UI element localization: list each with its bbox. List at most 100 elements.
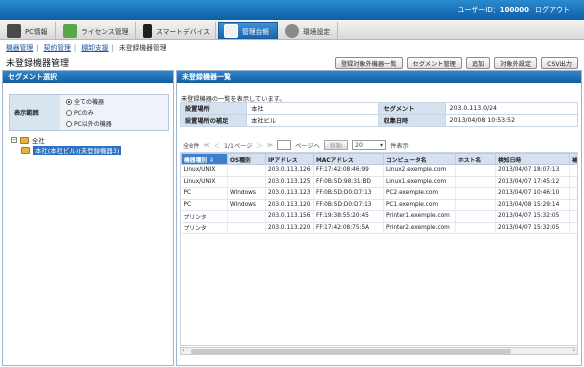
device-panel-title: 未登録機器一覧 <box>177 71 581 83</box>
breadcrumb-inventory[interactable]: 棚卸支援 <box>81 44 108 52</box>
user-id-value: 100000 <box>499 6 529 14</box>
cell: FF:17:42:08:46:99 <box>313 164 384 177</box>
per-page-select[interactable]: 20 ▾ <box>352 140 387 150</box>
prev-page-button[interactable]: ＜ <box>214 141 220 150</box>
radio-all-devices[interactable]: 全ての機器 <box>66 97 104 106</box>
collected-label: 収集日時 <box>378 114 446 127</box>
last-page-button[interactable]: ≫ <box>267 142 273 149</box>
tab-label: 管理台帳 <box>242 27 270 36</box>
tab-pc-info[interactable]: PC情報 <box>2 22 56 39</box>
cell: PC <box>181 187 228 200</box>
col-computer-name[interactable]: コンピュータ名 <box>383 153 456 165</box>
cell: FF:0B:5D:D0:D7:13 <box>313 199 384 211</box>
first-page-button[interactable]: ≪ <box>203 142 209 149</box>
csv-export-button[interactable]: CSV出力 <box>541 57 578 69</box>
license-icon <box>63 23 77 38</box>
breadcrumb: 機器管理 | 契約管理 | 棚卸支援 | 未登録機器管理 <box>6 44 167 52</box>
supplement-value: 本社ビル <box>246 114 380 127</box>
cell: 2013/04/07 15:32:05 <box>495 222 570 234</box>
segment-panel: セグメント選択 表示範囲 全ての機器 PCのみ PC以外の機器 − 全社 本社(… <box>2 70 174 366</box>
tab-label: 環境設定 <box>303 27 331 36</box>
segment-info-table: 設置場所 本社 セグメント 203.0.113.0/24 設置場所の補足 本社ビ… <box>179 102 579 127</box>
page-number-input[interactable] <box>277 140 292 150</box>
table-row[interactable]: PC Windows 203.0.113.120 FF:0B:5D:D0:D7:13 P… <box>181 199 577 211</box>
table-row[interactable]: Linux/UNIX 203.0.113.126 FF:17:42:08:46:99… <box>181 164 577 177</box>
collapse-icon[interactable]: − <box>11 137 17 143</box>
supplement-label: 設置場所の補足 <box>179 114 248 127</box>
cell <box>569 187 577 200</box>
table-row[interactable]: Linux/UNIX 203.0.113.125 FF:0B:5D:98:31:BD… <box>181 176 577 188</box>
scroll-left-icon[interactable]: ‹ <box>182 348 184 354</box>
table-row[interactable]: プリンタ 203.0.113.156 FF:19:38:55:20:45 Printe… <box>181 210 577 223</box>
cell <box>455 222 496 234</box>
cell: Linux1.exemple.com <box>383 176 456 188</box>
ledger-icon <box>224 23 238 38</box>
pc-icon <box>7 23 21 38</box>
cell <box>455 176 496 188</box>
radio-selected-icon <box>66 98 72 105</box>
sort-icon: ⇩ <box>209 157 215 164</box>
cell: Windows <box>227 199 266 211</box>
collected-value: 2013/04/08 10:53:52 <box>444 114 579 127</box>
table-row[interactable]: PC Windows 203.0.113.123 FF:0B:5D:D0:D7:13 P… <box>181 187 577 200</box>
cell <box>455 187 496 200</box>
segment-value: 203.0.113.0/24 <box>444 102 579 115</box>
col-supplement[interactable]: 補足 <box>569 153 577 165</box>
tab-smart-device[interactable]: スマートデバイス <box>138 22 216 39</box>
table-row[interactable]: プリンタ 203.0.113.220 FF:17:42:08:75:5A Printe… <box>181 222 577 234</box>
cell <box>569 199 577 211</box>
top-bar: ユーザーID：100000 ログアウト <box>0 0 584 20</box>
cell: 2013/04/07 15:32:05 <box>495 210 570 223</box>
scroll-thumb[interactable] <box>191 349 511 354</box>
action-toolbar: 登録対象外機器一覧 セグメント管理 追加 対象外設定 CSV出力 <box>334 57 578 69</box>
place-value: 本社 <box>246 102 380 115</box>
cell: 2013/04/08 15:29:14 <box>495 199 570 211</box>
horizontal-scrollbar[interactable]: ‹ › <box>180 347 578 355</box>
col-host-name[interactable]: ホスト名 <box>455 153 496 165</box>
cell: プリンタ <box>181 222 228 234</box>
cell: FF:19:38:55:20:45 <box>313 210 384 223</box>
cell <box>569 164 577 177</box>
next-page-button[interactable]: ＞ <box>256 141 262 150</box>
radio-non-pc[interactable]: PC以外の機器 <box>66 119 112 128</box>
exclude-setting-button[interactable]: 対象外設定 <box>494 57 538 69</box>
breadcrumb-contract[interactable]: 契約管理 <box>44 44 71 52</box>
segment-management-button[interactable]: セグメント管理 <box>406 57 462 69</box>
scroll-right-icon[interactable]: › <box>573 348 575 354</box>
cell <box>455 210 496 223</box>
cell: 2013/04/07 17:45:12 <box>495 176 570 188</box>
display-range-filter: 表示範囲 全ての機器 PCのみ PC以外の機器 <box>9 94 169 131</box>
col-mac[interactable]: MACアドレス <box>313 153 384 165</box>
cell <box>569 222 577 234</box>
cell: Linux/UNIX <box>181 176 228 188</box>
cell: FF:17:42:08:75:5A <box>313 222 384 234</box>
page-title: 未登録機器管理 <box>6 59 70 69</box>
grid-header-row: 機器種別 ⇩ OS種別 IPアドレス MACアドレス コンピュータ名 ホスト名 … <box>181 153 577 165</box>
cell: PC1.exemple.com <box>383 199 456 211</box>
tree-node-headoffice[interactable]: 本社(本社ビル)(未登録機器3) <box>21 145 122 155</box>
col-ip[interactable]: IPアドレス <box>265 153 314 165</box>
move-button[interactable]: 移動 <box>323 140 349 150</box>
tab-ledger[interactable]: 管理台帳 <box>218 22 278 39</box>
col-device-type[interactable]: 機器種別 ⇩ <box>181 153 228 165</box>
cell: Windows <box>227 187 266 200</box>
cell: 203.0.113.156 <box>265 210 314 223</box>
tree-node-root[interactable]: − 全社 <box>11 135 121 145</box>
chevron-down-icon: ▾ <box>379 141 384 149</box>
col-detected-at[interactable]: 検知日時 <box>495 153 570 165</box>
page-to-label: ページへ <box>295 142 320 150</box>
cell: PC <box>181 199 228 211</box>
add-button[interactable]: 追加 <box>465 57 491 69</box>
tab-license[interactable]: ライセンス管理 <box>58 22 136 39</box>
tab-settings[interactable]: 環境設定 <box>280 22 338 39</box>
excluded-list-button[interactable]: 登録対象外機器一覧 <box>334 57 403 69</box>
per-page-label: 件表示 <box>390 142 409 150</box>
logout-link[interactable]: ログアウト <box>535 6 570 14</box>
user-id-label: ユーザーID： <box>457 6 500 14</box>
breadcrumb-device[interactable]: 機器管理 <box>6 44 33 52</box>
segment-label: セグメント <box>378 102 446 115</box>
pager: 全8件 ≪ ＜ 1/1ページ ＞ ≫ ページへ 移動 20 ▾ 件表示 <box>183 140 409 150</box>
col-os-type[interactable]: OS種別 <box>227 153 266 165</box>
cell <box>455 199 496 211</box>
radio-pc-only[interactable]: PCのみ <box>66 108 94 117</box>
